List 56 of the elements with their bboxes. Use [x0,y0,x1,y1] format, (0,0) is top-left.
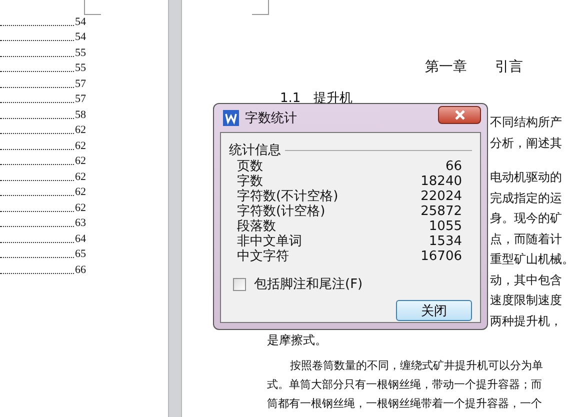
checkbox[interactable] [233,278,246,290]
app-icon [223,110,239,126]
crop-mark [84,0,101,15]
text-line: 是摩擦式。 [267,332,328,349]
stat-value: 16706 [420,249,462,264]
stat-label: 字符数(不计空格) [237,189,338,204]
text-line: 式。单筒大部分只有一根钢丝绳，带动一个提升容器；而 [267,377,543,393]
page-number: 65 [75,248,86,261]
page-number: 62 [75,186,86,199]
text-line: 动，其中包含 [490,272,563,288]
close-dialog-button[interactable]: 关闭 [396,300,472,321]
stat-value: 66 [445,159,462,174]
page-number: 62 [75,140,86,152]
text-line: 点，而随着计 [490,230,563,248]
stat-label: 中文字符 [237,249,289,264]
page-number: 55 [75,62,86,75]
stat-label: 页数 [237,159,263,174]
checkbox-label[interactable]: 包括脚注和尾注(F) [254,275,363,293]
stat-value: 1055 [428,219,462,234]
page-number: 62 [75,124,86,137]
stat-value: 22024 [420,189,462,204]
text-line: 电动机驱动的 [490,169,563,186]
stat-value: 1534 [428,234,462,249]
page-number: 63 [75,217,86,230]
text-line: 重型矿山机械。 [490,251,568,268]
page-number: 62 [75,155,86,168]
dialog-title: 字数统计 [245,110,297,127]
stat-value: 25872 [420,204,462,219]
text-line: 完成指定的运 [490,190,563,206]
page-number: 64 [75,232,86,246]
page-number: 57 [75,78,86,90]
page-number: 58 [75,108,86,122]
page-number: 54 [75,31,86,44]
text-line: 两种提升机， [490,312,563,330]
crop-mark [252,0,269,15]
stat-label: 字符数(计空格) [237,204,326,219]
chapter-title: 第一章 引言 [425,58,524,76]
text-line: 身。现今的矿 [490,210,563,227]
close-icon [452,110,466,120]
page-number: 57 [75,93,86,106]
page-number: 62 [75,170,86,184]
text-line: 按照卷筒数量的不同，缠绕式矿井提升机可以分为单 [289,358,544,374]
text-line: 速度限制速度 [490,292,563,309]
page-number: 66 [75,264,86,276]
close-button[interactable] [438,106,481,124]
text-line: 分析，阐述其 [490,134,563,152]
page-number: 55 [75,46,86,60]
page-number: 54 [75,16,86,28]
text-line: 不同结构所产 [490,114,563,131]
page-number: 62 [75,202,86,214]
stat-value: 18240 [420,174,462,189]
stat-label: 字数 [237,174,263,189]
stat-label: 段落数 [237,219,276,234]
text-line: 筒都有一根钢丝绳，一根钢丝绳带着一个提升容器，一个 [267,396,543,412]
group-label: 统计信息 [229,142,281,159]
stat-label: 非中文单词 [237,234,302,249]
